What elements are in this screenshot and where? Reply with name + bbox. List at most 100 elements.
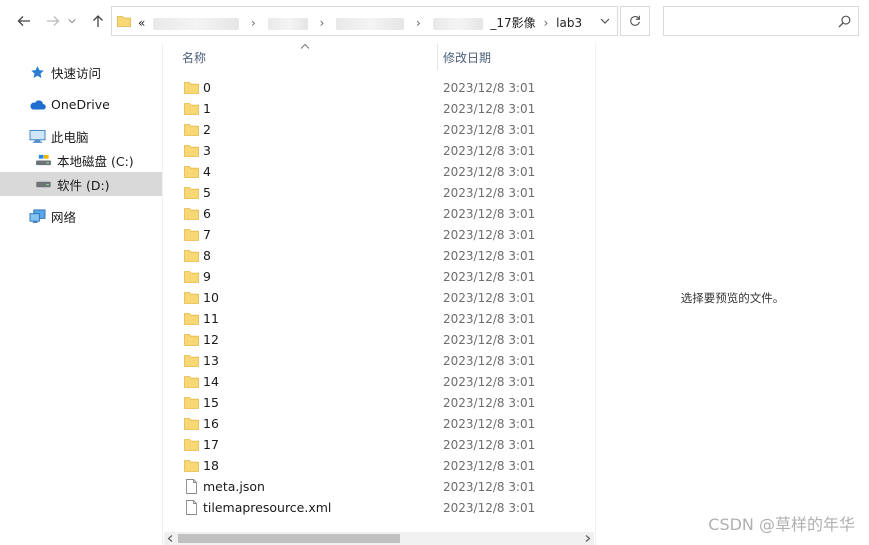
watermark: CSDN @草样的年华: [708, 515, 855, 534]
folder-row[interactable]: 3 2023/12/8 3:01: [164, 140, 594, 161]
file-modified-date: 2023/12/8 3:01: [443, 375, 536, 389]
column-divider[interactable]: [437, 44, 438, 70]
folder-row[interactable]: 13 2023/12/8 3:01: [164, 350, 594, 371]
file-name: 17: [203, 437, 219, 452]
file-name: 4: [203, 164, 211, 179]
folder-icon: [184, 164, 199, 179]
arrow-left-icon: [17, 16, 30, 26]
file-name: 7: [203, 227, 211, 242]
folder-row[interactable]: 11 2023/12/8 3:01: [164, 308, 594, 329]
path-overflow-icon[interactable]: «: [138, 16, 145, 30]
sort-ascending-icon: [300, 43, 310, 49]
nav-item-drive-d[interactable]: 软件 (D:): [0, 172, 162, 196]
nav-item-label: 软件 (D:): [57, 177, 110, 193]
path-separator: ›: [415, 16, 421, 30]
pane-splitter[interactable]: [162, 44, 163, 545]
file-modified-date: 2023/12/8 3:01: [443, 417, 536, 431]
search-input[interactable]: [668, 11, 828, 31]
folder-row[interactable]: 17 2023/12/8 3:01: [164, 434, 594, 455]
column-header-name[interactable]: 名称: [182, 44, 206, 70]
path-separator: ›: [251, 16, 256, 30]
folder-icon: [184, 416, 199, 431]
nav-item-onedrive[interactable]: OneDrive: [0, 92, 162, 116]
folder-row[interactable]: 9 2023/12/8 3:01: [164, 266, 594, 287]
file-icon: [184, 500, 199, 515]
file-modified-date: 2023/12/8 3:01: [443, 144, 536, 158]
file-modified-date: 2023/12/8 3:01: [443, 291, 536, 305]
file-name: 0: [203, 80, 211, 95]
file-modified-date: 2023/12/8 3:01: [443, 102, 536, 116]
up-button[interactable]: [87, 10, 109, 32]
recent-locations-button[interactable]: [66, 10, 78, 32]
folder-row[interactable]: 8 2023/12/8 3:01: [164, 245, 594, 266]
drive-d-icon: [34, 176, 52, 192]
file-row[interactable]: meta.json 2023/12/8 3:01: [164, 476, 594, 497]
nav-item-label: 快速访问: [51, 65, 102, 81]
forward-button[interactable]: [42, 10, 64, 32]
path-segment[interactable]: _17影像: [490, 16, 535, 30]
nav-item-network[interactable]: 网络: [0, 204, 162, 228]
nav-item-local-disk-c[interactable]: 本地磁盘 (C:): [0, 148, 162, 172]
onedrive-cloud-icon: [28, 96, 46, 112]
column-header-date[interactable]: 修改日期: [443, 44, 491, 70]
folder-icon: [184, 122, 199, 137]
search-icon[interactable]: [838, 15, 851, 28]
path-segment-redacted[interactable]: [153, 17, 240, 30]
folder-icon: [117, 16, 131, 27]
local-disk-c-icon: [34, 152, 52, 168]
file-modified-date: 2023/12/8 3:01: [443, 354, 536, 368]
scrollbar-thumb[interactable]: [178, 534, 400, 543]
folder-icon: [184, 143, 199, 158]
folder-icon: [184, 290, 199, 305]
folder-row[interactable]: 6 2023/12/8 3:01: [164, 203, 594, 224]
nav-item-quick-access[interactable]: 快速访问: [0, 60, 162, 84]
file-row[interactable]: tilemapresource.xml 2023/12/8 3:01: [164, 497, 594, 518]
refresh-button[interactable]: [620, 6, 650, 36]
scroll-left-arrow-icon[interactable]: [166, 534, 175, 543]
nav-item-this-pc[interactable]: 此电脑: [0, 124, 162, 148]
path-segment-redacted[interactable]: [267, 17, 308, 30]
folder-row[interactable]: 4 2023/12/8 3:01: [164, 161, 594, 182]
folder-row[interactable]: 15 2023/12/8 3:01: [164, 392, 594, 413]
file-modified-date: 2023/12/8 3:01: [443, 333, 536, 347]
file-list: 名称 修改日期 0 2023/12/8 3:01 1 2023/12/8 3:01 2 2…: [164, 43, 594, 532]
address-bar[interactable]: « › › › _17影像 › lab3: [111, 6, 618, 36]
folder-row[interactable]: 16 2023/12/8 3:01: [164, 413, 594, 434]
this-pc-icon: [28, 128, 46, 144]
path-segment-redacted[interactable]: [432, 17, 483, 30]
file-modified-date: 2023/12/8 3:01: [443, 480, 536, 494]
chevron-down-icon[interactable]: [599, 15, 611, 27]
horizontal-scrollbar[interactable]: [164, 532, 594, 545]
file-name: 15: [203, 395, 219, 410]
folder-row[interactable]: 12 2023/12/8 3:01: [164, 329, 594, 350]
folder-row[interactable]: 10 2023/12/8 3:01: [164, 287, 594, 308]
folder-icon: [184, 101, 199, 116]
file-name: 10: [203, 290, 219, 305]
folder-row[interactable]: 1 2023/12/8 3:01: [164, 98, 594, 119]
arrow-right-icon: [47, 16, 60, 26]
file-name: 2: [203, 122, 211, 137]
file-modified-date: 2023/12/8 3:01: [443, 501, 536, 515]
folder-row[interactable]: 5 2023/12/8 3:01: [164, 182, 594, 203]
search-box[interactable]: [663, 6, 859, 36]
folder-icon: [184, 80, 199, 95]
folder-row[interactable]: 14 2023/12/8 3:01: [164, 371, 594, 392]
file-icon: [184, 479, 199, 494]
folder-row[interactable]: 18 2023/12/8 3:01: [164, 455, 594, 476]
folder-row[interactable]: 0 2023/12/8 3:01: [164, 77, 594, 98]
back-button[interactable]: [13, 10, 35, 32]
file-name: 1: [203, 101, 211, 116]
folder-row[interactable]: 2 2023/12/8 3:01: [164, 119, 594, 140]
navigation-pane: 快速访问 OneDrive 此电脑 本地磁盘 (C:) 软件 (D:) 网络: [0, 44, 162, 545]
file-name: 18: [203, 458, 219, 473]
scroll-right-arrow-icon[interactable]: [583, 534, 592, 543]
path-segment-current[interactable]: lab3: [556, 16, 582, 30]
path-segment-redacted[interactable]: [336, 17, 405, 30]
folder-row[interactable]: 7 2023/12/8 3:01: [164, 224, 594, 245]
network-icon: [28, 208, 46, 224]
file-modified-date: 2023/12/8 3:01: [443, 228, 536, 242]
file-modified-date: 2023/12/8 3:01: [443, 396, 536, 410]
folder-icon: [184, 269, 199, 284]
file-name: meta.json: [203, 479, 265, 494]
folder-icon: [184, 185, 199, 200]
